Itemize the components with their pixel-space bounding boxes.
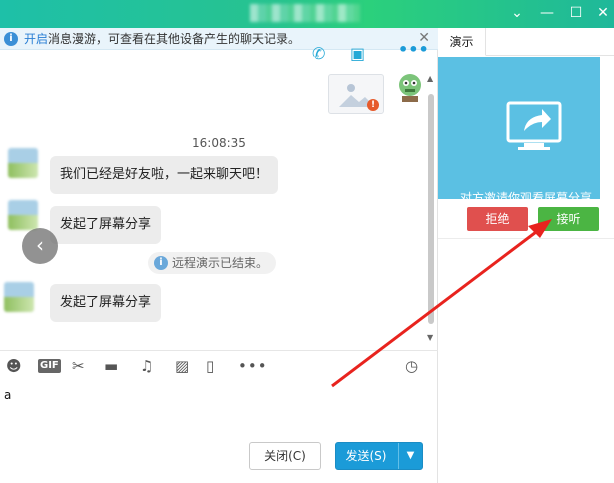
info-icon: i: [154, 256, 168, 270]
scroll-up-icon[interactable]: ▲: [427, 74, 433, 83]
message-bubble: 我们已经是好友啦，一起来聊天吧！: [50, 156, 279, 194]
system-message-text: 远程演示已结束。: [172, 256, 269, 270]
enable-roaming-link[interactable]: 开启: [24, 30, 48, 47]
presentation-pane: 演示 对方邀请你观看屏幕分享 拒绝 接听: [438, 28, 614, 483]
notice-text: 消息漫游，可查看在其他设备产生的聊天记录。: [48, 32, 301, 46]
system-message: i 远程演示已结束。: [148, 252, 277, 274]
window-title-blurred: [250, 4, 360, 22]
contact-avatar[interactable]: [8, 148, 38, 178]
screen-share-icon: [506, 101, 562, 150]
message-timestamp: 16:08:35: [192, 136, 246, 150]
my-avatar[interactable]: [396, 72, 424, 102]
zombie-avatar-icon: [399, 74, 421, 102]
contact-avatar[interactable]: [4, 282, 34, 312]
shake-icon[interactable]: ▯: [206, 357, 214, 375]
image-message-thumbnail[interactable]: !: [328, 74, 384, 114]
image-icon[interactable]: ▨: [175, 357, 189, 375]
scissors-icon[interactable]: ✂: [72, 357, 85, 375]
collapse-button[interactable]: ⌄: [505, 2, 529, 24]
roaming-notice-bar: i 开启 消息漫游，可查看在其他设备产生的聊天记录。 ✕: [0, 28, 438, 50]
close-window-button[interactable]: ✕: [591, 2, 614, 24]
contact-avatar[interactable]: [8, 200, 38, 230]
scroll-down-icon[interactable]: ▼: [427, 333, 433, 342]
input-toolbar: ☻ GIF ✂ ▬ ♫ ▨ ▯ ••• ◷: [0, 350, 438, 380]
reject-button[interactable]: 拒绝: [467, 207, 528, 231]
maximize-button[interactable]: ☐: [564, 2, 588, 24]
folder-icon[interactable]: ▬: [104, 357, 118, 375]
gif-icon[interactable]: GIF: [38, 359, 61, 373]
chat-pane: i 开启 消息漫游，可查看在其他设备产生的聊天记录。 ✕ ✆ ▣ ••• ! 1…: [0, 28, 438, 483]
share-invite-text: 对方邀请你观看屏幕分享: [459, 191, 592, 205]
close-button[interactable]: 关闭(C): [249, 442, 321, 470]
send-failed-icon[interactable]: !: [367, 99, 379, 111]
info-icon: i: [4, 31, 18, 46]
phone-icon[interactable]: ✆: [312, 44, 325, 63]
music-icon[interactable]: ♫: [140, 357, 153, 375]
message-bubble: 发起了屏幕分享: [50, 284, 162, 322]
title-bar: ⌄ — ☐ ✕: [0, 0, 614, 28]
tab-presentation[interactable]: 演示: [438, 28, 486, 56]
back-arrow-button[interactable]: ‹: [22, 228, 58, 264]
history-clock-icon[interactable]: ◷: [405, 357, 418, 375]
message-input[interactable]: a: [4, 388, 11, 402]
message-bubble: 发起了屏幕分享: [50, 206, 162, 244]
more-dots-icon[interactable]: •••: [398, 40, 429, 59]
accept-button[interactable]: 接听: [538, 207, 599, 231]
message-scrollbar[interactable]: ▲ ▼: [427, 74, 435, 342]
send-button-label: 发送(S): [345, 449, 387, 463]
screen-share-invite-card: 对方邀请你观看屏幕分享: [438, 57, 600, 205]
minimize-button[interactable]: —: [535, 2, 559, 24]
scrollbar-thumb[interactable]: [428, 94, 434, 324]
send-button[interactable]: 发送(S) ▼: [335, 442, 423, 470]
video-call-icon[interactable]: ▣: [350, 44, 365, 63]
send-options-chevron-icon[interactable]: ▼: [398, 443, 422, 469]
more-icon[interactable]: •••: [238, 357, 268, 375]
emoji-icon[interactable]: ☻: [6, 357, 22, 375]
